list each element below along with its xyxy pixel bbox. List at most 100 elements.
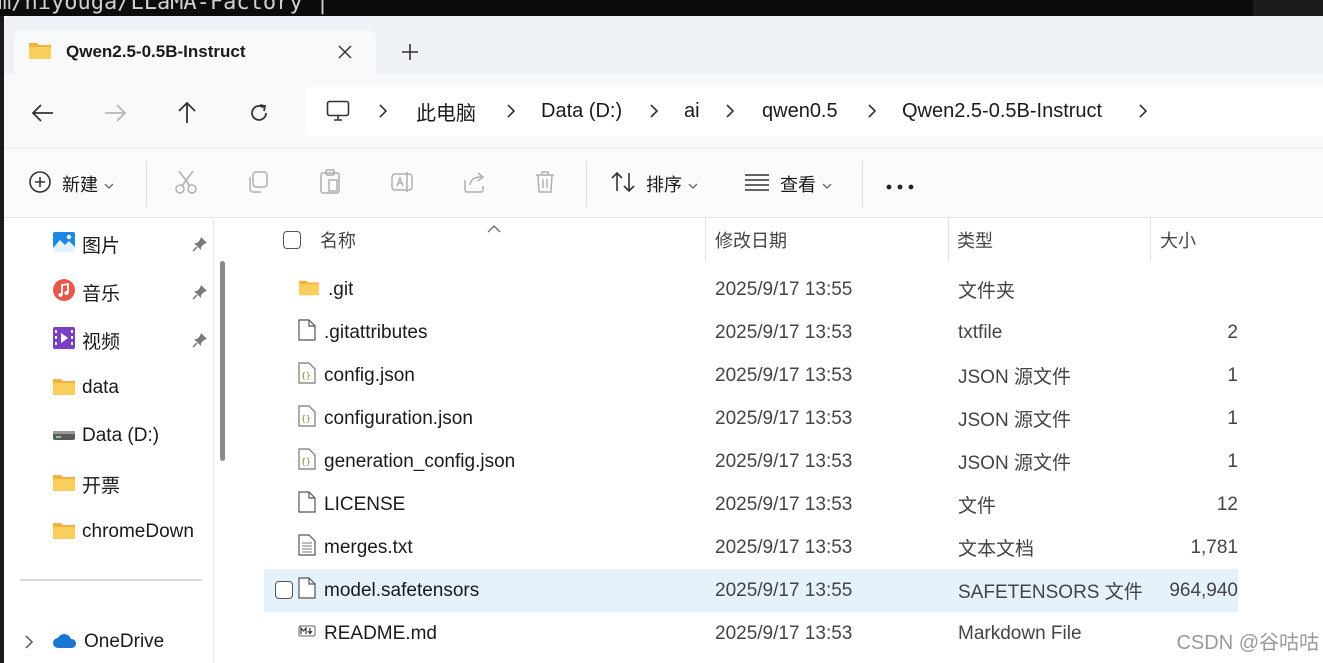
breadcrumb-this-pc[interactable]: 此电脑 [416,86,476,136]
file-name: .gitattributes [324,321,428,343]
refresh-button[interactable] [242,96,276,130]
file-date: 2025/9/17 13:53 [715,493,853,515]
column-header-type[interactable]: 类型 [957,218,993,262]
file-type: 文件 [958,496,997,517]
navigation-pane: 图片 音乐 视频 data Data (D:) 开票 chromeDown On… [4,218,214,663]
command-toolbar: 新建 排序 查看 [4,148,1323,218]
file-row-config-json[interactable]: {} config.json 2025/9/17 13:53 JSON 源文件 … [264,354,1238,397]
copy-button[interactable] [246,149,270,219]
column-header-row: 名称 修改日期 类型 大小 [240,218,1240,262]
chevron-right-icon[interactable] [506,86,516,136]
breadcrumb-data-drive[interactable]: Data (D:) [541,86,622,136]
file-size: 1,781 [1190,536,1238,558]
file-row-model-safetensors[interactable]: model.safetensors 2025/9/17 13:55 SAFETE… [264,569,1238,612]
row-checkbox[interactable] [275,581,293,599]
file-size: 1 [1227,364,1238,386]
sidebar-item-videos[interactable]: 视频 [52,318,212,362]
more-dots-icon [886,175,914,194]
file-explorer-window: Qwen2.5-0.5B-Instruct 此电脑 Data (D:) ai q… [4,16,1323,663]
sidebar-item-data[interactable]: data [52,366,212,410]
chevron-right-icon[interactable] [725,86,735,136]
file-date: 2025/9/17 13:53 [715,364,853,386]
chevron-right-icon[interactable] [649,86,659,136]
sidebar-item-invoices[interactable]: 开票 [52,462,212,506]
sort-button[interactable]: 排序 [610,149,698,219]
file-name: merges.txt [324,536,413,558]
tab-bar: Qwen2.5-0.5B-Instruct [4,16,1323,74]
json-file-icon: {} [298,447,316,476]
file-row-readme-md[interactable]: README.md 2025/9/17 13:53 Markdown File [264,612,1238,655]
file-name: generation_config.json [324,450,516,472]
sidebar-item-label: OneDrive [84,631,165,652]
breadcrumb-qwen05[interactable]: qwen0.5 [762,86,838,136]
column-divider[interactable] [705,218,706,262]
file-date: 2025/9/17 13:53 [715,321,853,343]
this-pc-icon[interactable] [326,86,350,136]
toolbar-divider [586,161,587,207]
sidebar-item-data-drive[interactable]: Data (D:) [52,414,212,458]
navigation-bar: 此电脑 Data (D:) ai qwen0.5 Qwen2.5-0.5B-In… [4,74,1323,148]
file-name-cell: LICENSE [298,483,405,526]
scissors-icon [174,169,198,199]
file-type: Markdown File [958,622,1082,644]
sidebar-item-label: Data (D:) [82,425,160,446]
close-tab-icon[interactable] [332,39,358,65]
file-date: 2025/9/17 13:53 [715,622,853,644]
file-name-cell: {} config.json [298,354,415,397]
column-divider[interactable] [948,218,949,262]
column-divider[interactable] [1150,218,1151,262]
paste-button[interactable] [318,149,342,219]
drive-icon [52,427,76,446]
file-row-git[interactable]: .git 2025/9/17 13:55 文件夹 [264,268,1238,311]
sort-icon [610,171,636,197]
json-file-icon: {} [298,404,316,433]
chevron-right-icon[interactable] [24,634,34,653]
delete-button[interactable] [534,149,556,219]
breadcrumb-ai[interactable]: ai [684,86,700,136]
sidebar-item-pictures[interactable]: 图片 [52,222,212,266]
forward-button[interactable] [98,96,132,130]
file-row-gitattributes[interactable]: .gitattributes 2025/9/17 13:53 txtfile 2 [264,311,1238,354]
file-date: 2025/9/17 13:53 [715,407,853,429]
file-type: txtfile [958,321,1003,343]
view-button[interactable]: 查看 [744,149,832,219]
up-button[interactable] [170,96,204,130]
sidebar-item-label: 开票 [82,475,121,497]
sidebar-item-chromedown[interactable]: chromeDown [52,510,212,554]
file-row-configuration-json[interactable]: {} configuration.json 2025/9/17 13:53 JS… [264,397,1238,440]
column-header-name[interactable]: 名称 [320,218,356,262]
column-header-date[interactable]: 修改日期 [715,218,787,262]
sidebar-scrollbar[interactable] [220,261,225,461]
new-button[interactable]: 新建 [28,149,114,219]
file-row-license[interactable]: LICENSE 2025/9/17 13:53 文件 12 [264,483,1238,526]
share-button[interactable] [462,149,488,219]
address-bar[interactable]: 此电脑 Data (D:) ai qwen0.5 Qwen2.5-0.5B-In… [306,86,1323,136]
file-row-generation-config-json[interactable]: {} generation_config.json 2025/9/17 13:5… [264,440,1238,483]
file-type: 文件夹 [958,281,1016,302]
back-button[interactable] [26,96,60,130]
file-type: JSON 源文件 [958,410,1071,431]
file-name-cell: {} generation_config.json [298,440,515,483]
rename-button[interactable] [390,149,416,219]
new-tab-button[interactable] [396,38,424,66]
file-name: configuration.json [324,407,473,429]
videos-icon [52,326,76,354]
json-file-icon: {} [298,361,316,390]
select-all-checkbox[interactable] [283,231,301,249]
file-name: .git [328,278,354,300]
cut-button[interactable] [174,149,198,219]
chevron-right-icon[interactable] [378,86,388,136]
file-size: 1 [1227,407,1238,429]
tab-qwen-folder[interactable]: Qwen2.5-0.5B-Instruct [14,30,376,74]
more-options-button[interactable] [886,149,914,219]
column-header-size[interactable]: 大小 [1160,218,1196,262]
chevron-right-icon[interactable] [867,86,877,136]
file-row-merges-txt[interactable]: merges.txt 2025/9/17 13:53 文本文档 1,781 [264,526,1238,569]
sidebar-item-onedrive[interactable]: OneDrive [52,620,212,663]
file-type: JSON 源文件 [958,453,1071,474]
sidebar-item-music[interactable]: 音乐 [52,270,212,314]
breadcrumb-current-folder[interactable]: Qwen2.5-0.5B-Instruct [902,86,1102,136]
tab-title: Qwen2.5-0.5B-Instruct [66,42,246,61]
pin-icon [192,332,208,352]
chevron-right-icon[interactable] [1138,86,1148,136]
